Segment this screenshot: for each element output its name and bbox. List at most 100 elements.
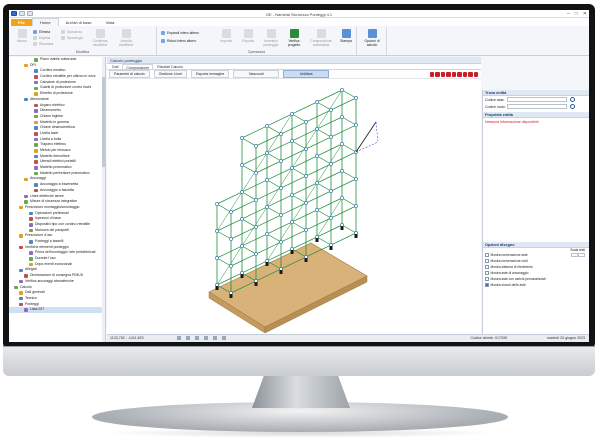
view-iso2-icon[interactable]: [462, 72, 467, 77]
tree-item-label: Verifica ancoraggi atmosferiche: [25, 278, 74, 283]
tree-item[interactable]: Lista 027: [9, 307, 105, 313]
sposta-giu-button[interactable]: Sposta giù: [61, 36, 83, 40]
no-info-message: Nessuna informazione disponibile: [485, 120, 539, 124]
tab-vista[interactable]: Vista: [99, 19, 122, 26]
verifica-button[interactable]: Verifica progetto: [283, 29, 305, 47]
scaffold-node: [229, 237, 233, 241]
option-row[interactable]: Mostra vincoli delle aste: [483, 282, 589, 288]
tab-dati[interactable]: Dati: [109, 64, 121, 69]
scaffold-node: [240, 244, 244, 248]
snap-icon[interactable]: [222, 336, 226, 340]
option-label: Mostra sistema di riferimento: [490, 265, 533, 269]
unifilare-button[interactable]: Unifilare: [283, 70, 330, 78]
scaffold-node: [254, 144, 258, 148]
option-checkbox[interactable]: [485, 253, 489, 257]
maximize-icon[interactable]: □: [575, 11, 578, 17]
find-asta-icon[interactable]: [570, 97, 575, 102]
importa-button[interactable]: Importa: [215, 29, 237, 43]
elimina-label: Elimina: [39, 30, 51, 34]
tree-node-icon: [24, 274, 28, 278]
title-bar: GE - Namirial Sicurezza Ponteggi 4.1 – □…: [9, 10, 589, 18]
rotate-icon[interactable]: [204, 336, 208, 340]
scaffold-transom: [341, 89, 357, 99]
minimize-icon[interactable]: –: [567, 11, 570, 17]
option-checkbox[interactable]: [485, 271, 489, 275]
traffic-light-icon: [289, 29, 299, 38]
gestione-button[interactable]: Gestione Livori: [153, 70, 188, 78]
option-checkbox[interactable]: [485, 277, 489, 281]
tab-file[interactable]: File: [11, 19, 32, 26]
scaffold-node: [254, 198, 258, 202]
espandi-button[interactable]: Espandi intero albero: [161, 31, 199, 35]
annulla-button[interactable]: Annulla modifiche: [115, 29, 137, 47]
zoom-in-icon[interactable]: [186, 336, 190, 340]
elimina-button[interactable]: Elimina: [33, 30, 50, 34]
view-front-icon[interactable]: [429, 72, 434, 77]
tree-node-icon: [19, 291, 23, 295]
riduci-button[interactable]: Riduci intero albero: [161, 39, 196, 43]
tree-node-icon: [34, 132, 38, 136]
sposta-su-button[interactable]: Sposta su: [61, 30, 82, 34]
ribbon-group-opzioni: Opzioni di calcolo: [357, 27, 387, 55]
incentivo-button[interactable]: Incentivo ponteggio: [260, 29, 282, 47]
view-top-icon[interactable]: [451, 72, 456, 77]
view-right-icon[interactable]: [446, 72, 451, 77]
duplica-button[interactable]: Duplica: [33, 36, 50, 40]
scaffold-node: [340, 196, 344, 200]
esporta-label: Esporta: [242, 39, 254, 43]
option-checkbox[interactable]: [485, 283, 489, 287]
panel-title: Calcolo ponteggio: [107, 57, 481, 64]
fit-icon[interactable]: [213, 336, 217, 340]
view-fit-icon[interactable]: [473, 72, 478, 77]
base-jack-icon: [354, 234, 358, 238]
rinomina-button[interactable]: Rinomina: [33, 42, 53, 46]
nuovo-button[interactable]: Nuovo: [11, 29, 33, 43]
codice-nodo-input[interactable]: [507, 104, 567, 109]
tab-home[interactable]: Home: [31, 18, 59, 26]
tree-node-icon: [24, 194, 28, 199]
zoom-out-icon[interactable]: [195, 336, 199, 340]
conferma-button[interactable]: Conferma modifiche: [89, 29, 111, 47]
tree-node-icon: [29, 240, 33, 244]
scaffold-node: [340, 142, 344, 146]
scaffold-node: [254, 252, 258, 256]
codice-asta-input[interactable]: [507, 97, 567, 102]
scaffold-node: [265, 124, 269, 128]
parametri-button[interactable]: Parametri di calcolo: [109, 70, 150, 78]
opzioni-calcolo-button[interactable]: Opzioni di calcolo: [361, 29, 383, 47]
window-title: GE - Namirial Sicurezza Ponteggi 4.1: [265, 12, 333, 17]
tree-node-icon: [19, 245, 23, 250]
composizione-button[interactable]: Composizione automatica: [307, 29, 335, 47]
pan-icon[interactable]: [177, 336, 181, 340]
option-value[interactable]: 1: [571, 253, 585, 257]
tab-risultati[interactable]: Risultati Calcolo: [154, 64, 186, 69]
scaffold-node: [279, 186, 283, 190]
scaffold-node: [315, 154, 319, 158]
view-iso-icon[interactable]: [457, 72, 462, 77]
calc-options-icon: [367, 29, 377, 38]
view-zoom-icon[interactable]: [468, 72, 473, 77]
option-checkbox[interactable]: [485, 259, 489, 263]
find-nodo-icon[interactable]: [570, 104, 575, 109]
stampa-button[interactable]: Stampa: [335, 29, 357, 43]
tree-node-icon: [14, 285, 18, 290]
scaffold-node: [315, 100, 319, 104]
arrow-up-icon: [61, 30, 65, 34]
tab-composizione[interactable]: Composizione: [122, 64, 154, 70]
scaffold-3d-view[interactable]: [107, 80, 481, 334]
rename-icon: [33, 42, 37, 46]
tab-archivi[interactable]: Archivi di base: [59, 19, 99, 26]
tree-scroll-thumb[interactable]: [102, 77, 105, 167]
view-left-icon[interactable]: [440, 72, 445, 77]
close-icon[interactable]: ✕: [583, 11, 587, 17]
esporta-immagine-button[interactable]: Esporta immagine: [191, 70, 230, 78]
tree-scrollbar[interactable]: [102, 57, 105, 342]
project-tree[interactable]: Piano viabile sottoruote DPI Cordino emati…: [9, 57, 106, 342]
option-checkbox[interactable]: [485, 265, 489, 269]
scaffold-node: [304, 120, 308, 124]
sposta-su-label: Sposta su: [67, 30, 83, 34]
esporta-button[interactable]: Esporta: [237, 29, 259, 43]
view-back-icon[interactable]: [435, 72, 440, 77]
right-panels: Trova entità Codice asta: Codice nodo: P…: [482, 90, 589, 334]
nascondi-button[interactable]: Nascondi: [233, 70, 280, 78]
